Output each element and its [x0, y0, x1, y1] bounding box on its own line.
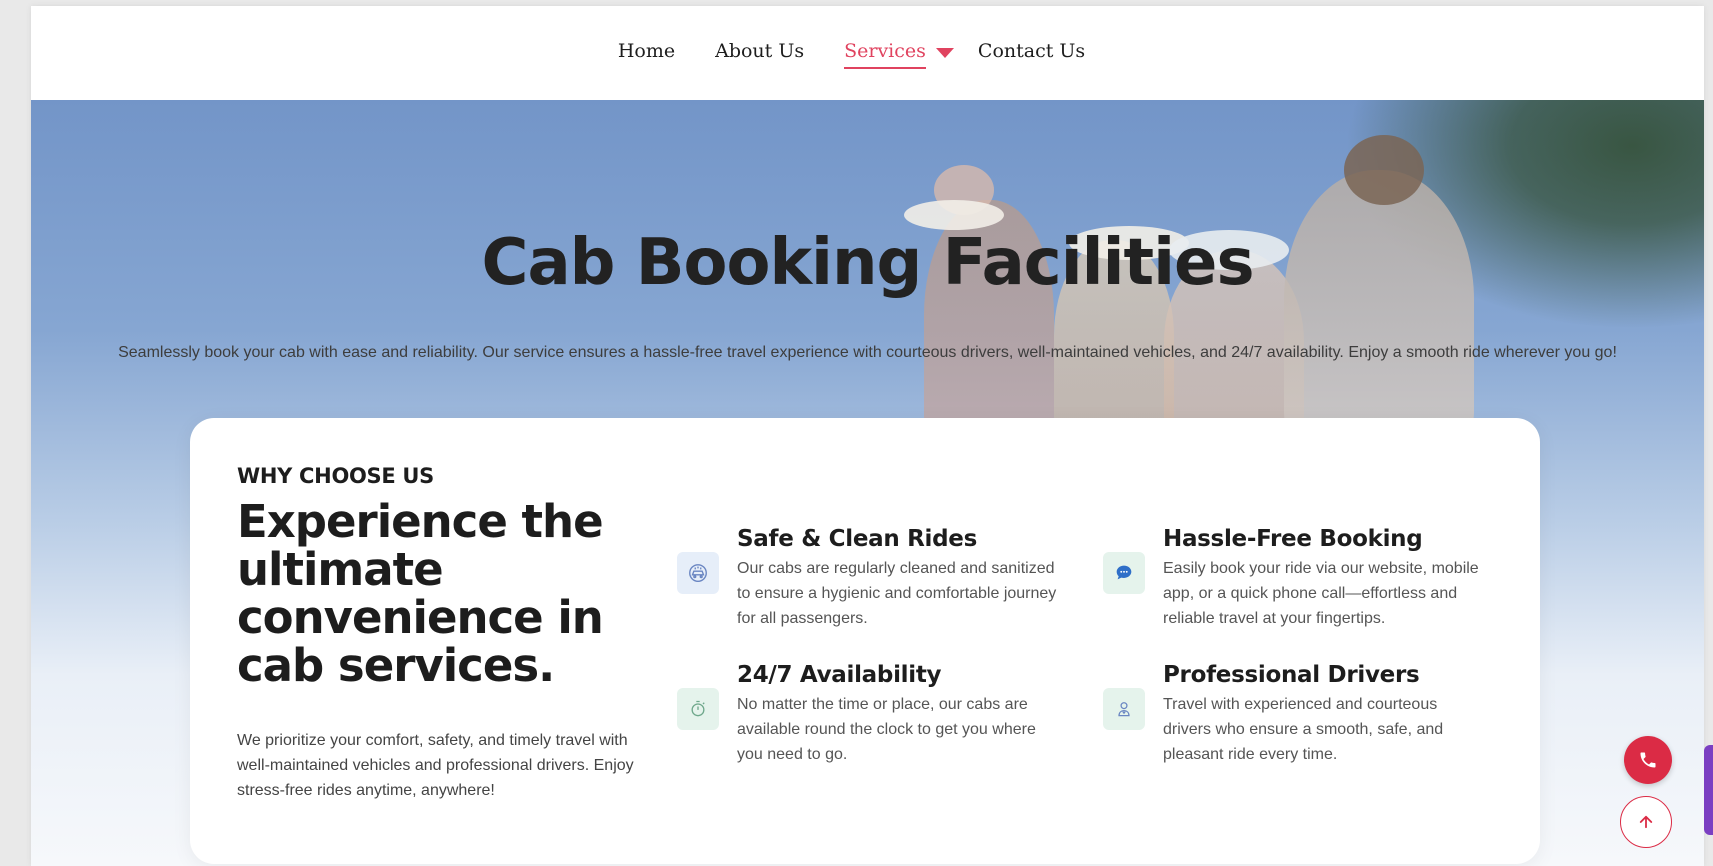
call-button[interactable]	[1624, 736, 1672, 784]
feature-text: Easily book your ride via our website, m…	[1163, 560, 1479, 627]
feature-title: Safe & Clean Rides	[737, 526, 977, 552]
nav-services-group: Services	[824, 40, 958, 69]
nav-links: Home About Us Services Contact Us	[598, 40, 1105, 69]
why-choose-card: WHY CHOOSE US Experience the ultimate co…	[190, 418, 1540, 864]
nav-contact[interactable]: Contact Us	[978, 40, 1085, 66]
nav-about[interactable]: About Us	[715, 40, 804, 66]
chat-icon	[1103, 552, 1145, 594]
hero-title: Cab Booking Facilities	[481, 226, 1254, 300]
feature-text: Our cabs are regularly cleaned and sanit…	[737, 560, 1057, 627]
phone-icon	[1640, 752, 1656, 768]
clean-car-icon	[677, 552, 719, 594]
why-eyebrow: WHY CHOOSE US	[237, 464, 435, 488]
hero-subtitle: Seamlessly book your cab with ease and r…	[118, 344, 1617, 361]
arrow-up-icon	[1639, 815, 1653, 829]
feature-title: 24/7 Availability	[737, 662, 942, 688]
driver-icon	[1103, 688, 1145, 730]
nav-home[interactable]: Home	[618, 40, 675, 66]
feature-title: Professional Drivers	[1163, 662, 1420, 688]
top-nav: Home About Us Services Contact Us	[31, 6, 1704, 100]
feature-text: Travel with experienced and courteous dr…	[1163, 696, 1444, 763]
nav-services[interactable]: Services	[844, 40, 926, 69]
page: Home About Us Services Contact Us Cab Bo…	[31, 6, 1704, 866]
stopwatch-icon	[677, 688, 719, 730]
why-description: We prioritize your comfort, safety, and …	[237, 732, 634, 799]
why-title: Experience the ultimate convenience in c…	[237, 495, 604, 692]
feature-title: Hassle-Free Booking	[1163, 526, 1423, 552]
caret-down-icon[interactable]	[935, 48, 954, 58]
side-widget-tab[interactable]	[1704, 745, 1713, 835]
feature-text: No matter the time or place, our cabs ar…	[737, 696, 1036, 763]
scroll-to-top-button[interactable]	[1620, 796, 1672, 848]
